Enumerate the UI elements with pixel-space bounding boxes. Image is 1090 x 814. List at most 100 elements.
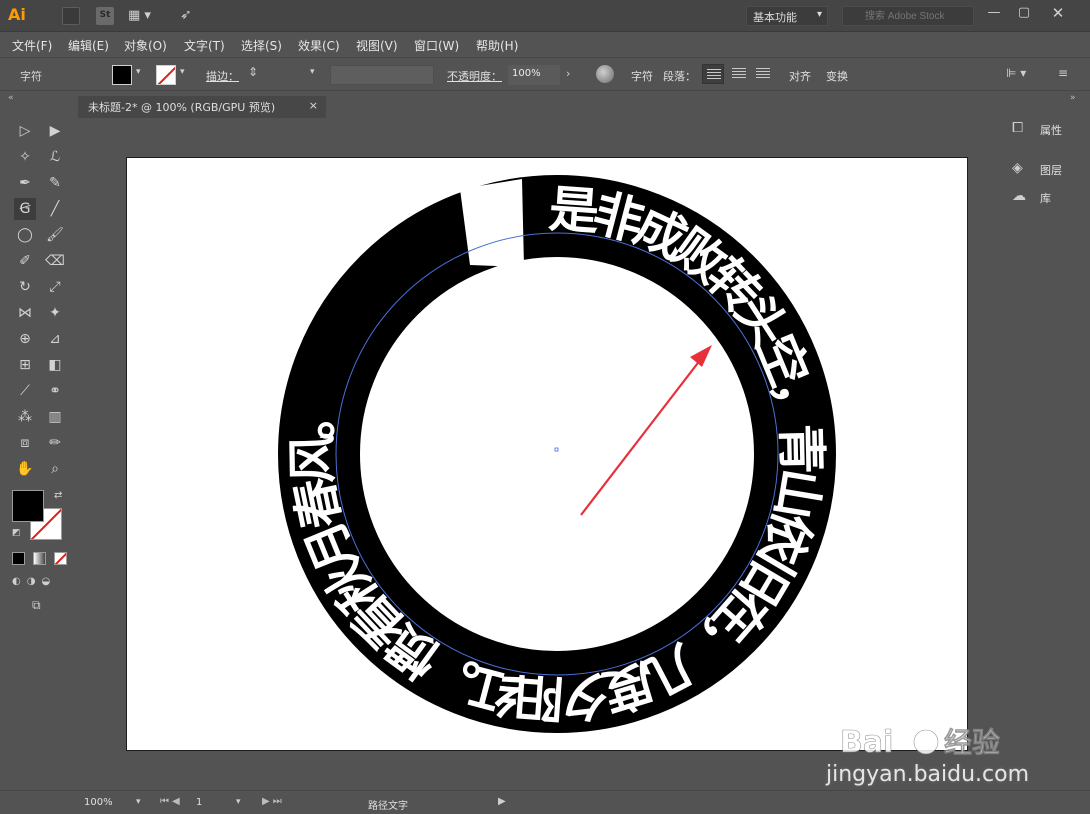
collapse-right-icon[interactable]: »: [1070, 93, 1076, 103]
eraser-icon[interactable]: ⌫: [44, 250, 66, 272]
slice-tool-icon[interactable]: ✏: [44, 432, 66, 454]
isolate-icon[interactable]: ⊫ ▾: [1006, 66, 1026, 80]
artboard-number-field[interactable]: 1: [196, 797, 202, 808]
properties-label: 属性: [1040, 124, 1062, 137]
status-menu-icon[interactable]: ▶: [498, 796, 506, 807]
close-button[interactable]: ✕: [1046, 3, 1070, 23]
menu-select[interactable]: 选择(S): [241, 37, 282, 54]
width-tool-icon[interactable]: ⋈: [14, 302, 36, 324]
menu-effect[interactable]: 效果(C): [298, 37, 340, 54]
menu-type[interactable]: 文字(T): [184, 37, 225, 54]
svg-text:经验: 经验: [944, 726, 1000, 759]
paintbrush-icon[interactable]: 🖌: [44, 224, 66, 246]
eyedropper-icon[interactable]: ⟋: [14, 380, 36, 402]
document-tab[interactable]: 未标题-2* @ 100% (RGB/GPU 预览) ×: [78, 96, 326, 118]
stroke-panel-link[interactable]: 描边：: [206, 68, 239, 84]
menu-view[interactable]: 视图(V): [356, 37, 398, 54]
swap-fill-stroke-icon[interactable]: ⇄: [54, 490, 62, 501]
chevron-down-icon[interactable]: ▾: [180, 67, 185, 77]
recolor-artwork-icon[interactable]: [596, 65, 614, 83]
artboard-tool-icon[interactable]: ⧈: [14, 432, 36, 454]
chevron-down-icon[interactable]: ▾: [236, 797, 241, 807]
document-tab-title: 未标题-2* @ 100% (RGB/GPU 预览): [88, 101, 276, 114]
align-center-icon: [732, 68, 746, 80]
gpu-performance-icon[interactable]: ➶: [180, 7, 198, 25]
type-on-path-tool-icon[interactable]: Ꞡ: [14, 198, 36, 220]
zoom-tool-icon[interactable]: ⌕: [44, 458, 66, 480]
stroke-weight-stepper[interactable]: ⇕: [248, 65, 258, 79]
chevron-down-icon[interactable]: ▾: [136, 797, 141, 807]
artboard-next-icon[interactable]: ▶⏭: [262, 796, 285, 807]
gradient-mode-button[interactable]: [33, 552, 46, 565]
mesh-tool-icon[interactable]: ⊞: [14, 354, 36, 376]
variable-width-profile[interactable]: [330, 65, 434, 85]
pen-tool-icon[interactable]: ✒: [14, 172, 36, 194]
chevron-down-icon[interactable]: ▾: [310, 67, 315, 77]
default-colors-icon[interactable]: ◩: [12, 528, 21, 538]
align-center-button[interactable]: [728, 64, 750, 84]
artboard-prev-icon[interactable]: ⏮◀: [160, 796, 183, 807]
character-panel-link[interactable]: 字符: [631, 68, 653, 84]
chevron-down-icon[interactable]: ▾: [136, 67, 141, 77]
stroke-color-swatch[interactable]: [156, 65, 176, 85]
fill-color-swatch[interactable]: [112, 65, 132, 85]
lasso-icon[interactable]: ℒ: [44, 146, 66, 168]
transform-panel-link[interactable]: 变换: [826, 68, 848, 84]
shape-builder-icon[interactable]: ⊕: [14, 328, 36, 350]
shaper-tool-icon[interactable]: ✐: [14, 250, 36, 272]
draw-modes-icon[interactable]: ◐◑◒: [12, 576, 56, 587]
paragraph-panel-link[interactable]: 段落：: [663, 68, 696, 84]
tools-panel: ▷ ▶ ✧ ℒ ✒ ✎ Ꞡ ╱ ◯ 🖌 ✐ ⌫ ↻ ⤢ ⋈ ✦ ⊕ ⊿ ⊞ ◧ …: [8, 118, 70, 628]
creative-cloud-icon: ☁: [1012, 188, 1026, 204]
chevron-right-icon[interactable]: ›: [566, 67, 570, 80]
magic-wand-icon[interactable]: ✧: [14, 146, 36, 168]
hand-tool-icon[interactable]: ✋: [14, 458, 36, 480]
menu-edit[interactable]: 编辑(E): [68, 37, 109, 54]
panel-menu-icon[interactable]: ≡: [1058, 66, 1068, 80]
gradient-tool-icon[interactable]: ◧: [44, 354, 66, 376]
align-right-icon: [756, 68, 770, 80]
opacity-field[interactable]: 100%: [508, 65, 560, 85]
opacity-panel-link[interactable]: 不透明度：: [447, 68, 502, 84]
menu-object[interactable]: 对象(O): [124, 37, 167, 54]
symbol-sprayer-icon[interactable]: ⁂: [14, 406, 36, 428]
maximize-button[interactable]: ▢: [1012, 3, 1036, 23]
align-left-button[interactable]: [702, 64, 724, 84]
workspace-switcher[interactable]: 基本功能 ▾: [746, 6, 828, 26]
annotation-arrow-line: [580, 354, 705, 516]
line-tool-icon[interactable]: ╱: [44, 198, 66, 220]
layers-panel-button[interactable]: ◈ 图层: [1012, 158, 1088, 180]
menu-file[interactable]: 文件(F): [12, 37, 52, 54]
color-mode-button[interactable]: [12, 552, 25, 565]
collapse-left-icon[interactable]: «: [8, 93, 14, 103]
status-bar: 100% ▾ ⏮◀ 1 ▾ ▶⏭ 路径文字 ▶: [0, 790, 1090, 814]
rotate-tool-icon[interactable]: ↻: [14, 276, 36, 298]
zoom-level-field[interactable]: 100%: [84, 797, 113, 808]
column-graph-icon[interactable]: ▥: [44, 406, 66, 428]
properties-panel-button[interactable]: ⧠ 属性: [1012, 118, 1088, 140]
arrange-documents-icon[interactable]: ▦ ▾: [128, 7, 164, 25]
bridge-icon[interactable]: [62, 7, 80, 25]
puppet-warp-icon[interactable]: ✦: [44, 302, 66, 324]
direct-selection-tool-icon[interactable]: ▶: [44, 120, 66, 142]
fill-color-box[interactable]: [12, 490, 44, 522]
menu-window[interactable]: 窗口(W): [414, 37, 459, 54]
selection-tool-icon[interactable]: ▷: [14, 120, 36, 142]
minimize-button[interactable]: —: [982, 3, 1006, 23]
none-mode-button[interactable]: [54, 552, 67, 565]
menu-help[interactable]: 帮助(H): [476, 37, 518, 54]
curvature-tool-icon[interactable]: ✎: [44, 172, 66, 194]
control-bar: 字符 ▾ ▾ 描边： ⇕ ▾ 不透明度： 100% › 字符 段落： 对齐 变换…: [0, 57, 1090, 91]
align-panel-link[interactable]: 对齐: [789, 68, 811, 84]
screen-mode-icon[interactable]: ⧉: [32, 598, 41, 613]
scale-tool-icon[interactable]: ⤢: [44, 276, 66, 298]
stock-icon[interactable]: St: [96, 7, 114, 25]
align-right-button[interactable]: [752, 64, 774, 84]
blend-tool-icon[interactable]: ⚭: [44, 380, 66, 402]
libraries-panel-button[interactable]: ☁ 库: [1012, 186, 1088, 208]
perspective-grid-icon[interactable]: ⊿: [44, 328, 66, 350]
artwork[interactable]: 是非成败转头空，青山依旧在，几度夕阳红。惯看秋月春风。: [126, 157, 968, 751]
close-tab-icon[interactable]: ×: [309, 99, 318, 112]
stock-search-input[interactable]: [842, 6, 974, 26]
ellipse-tool-icon[interactable]: ◯: [14, 224, 36, 246]
